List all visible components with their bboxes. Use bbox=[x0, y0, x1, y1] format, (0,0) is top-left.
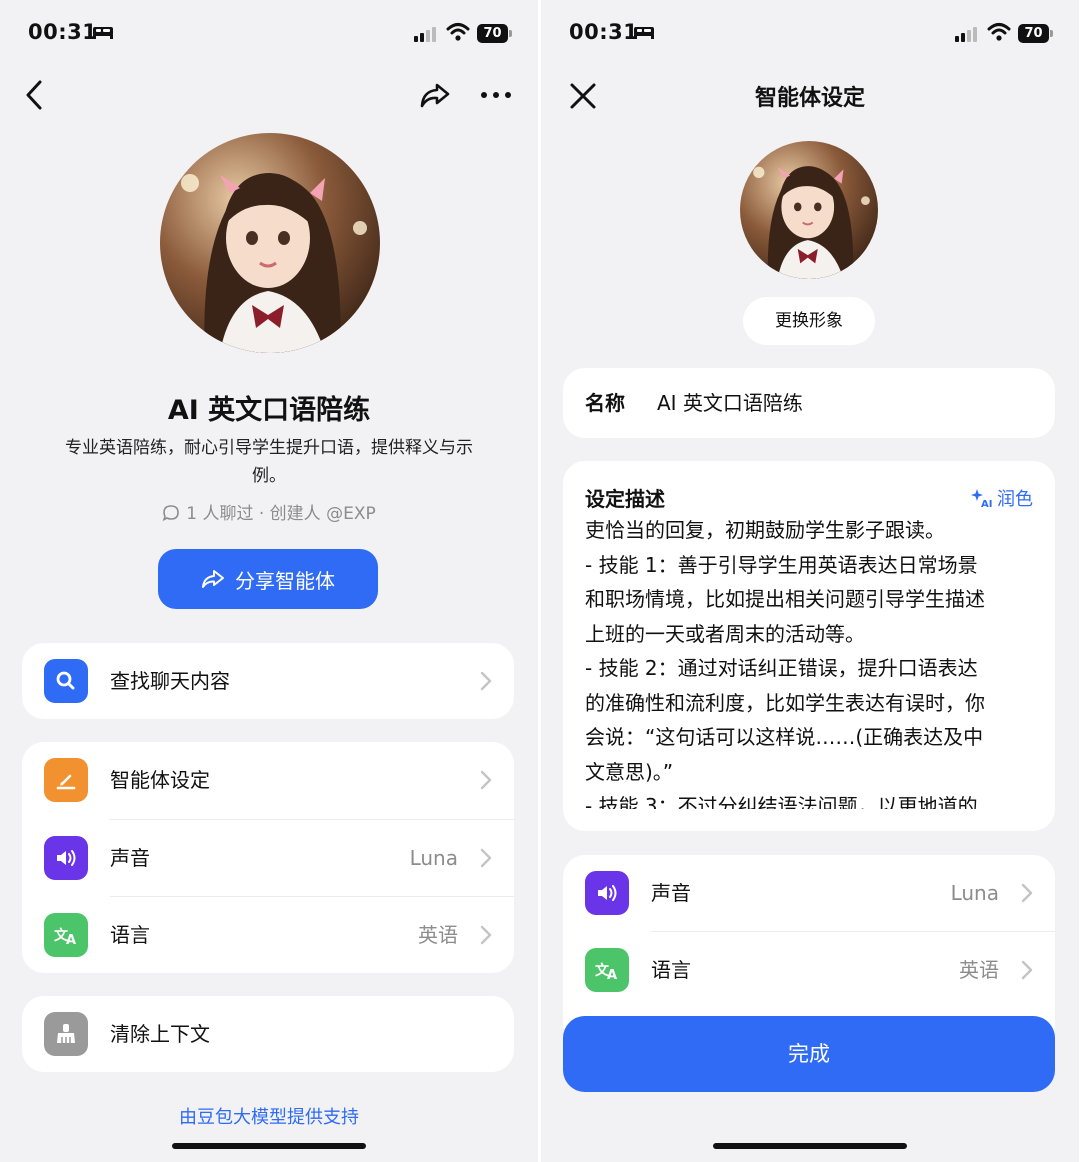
menu-item-label: 声音 bbox=[651, 881, 691, 905]
voice-value: Luna bbox=[409, 846, 458, 870]
back-icon[interactable] bbox=[22, 78, 48, 112]
menu-item-voice[interactable]: 声音 Luna bbox=[22, 820, 514, 896]
voice-value: Luna bbox=[950, 881, 999, 905]
svg-text:A: A bbox=[607, 968, 617, 983]
speaker-icon bbox=[585, 871, 629, 915]
bot-name: AI 英文口语陪练 bbox=[167, 395, 371, 426]
description-line: - 技能 1：善于引导学生用英语表达日常场景 bbox=[585, 552, 978, 577]
description-line: 文意思)。” bbox=[585, 759, 674, 784]
battery-indicator: 70 bbox=[1018, 24, 1054, 43]
chevron-right-icon bbox=[480, 770, 492, 790]
chevron-right-icon bbox=[480, 848, 492, 868]
menu-item-language[interactable]: 文A 语言 英语 bbox=[22, 897, 514, 973]
ai-sparkle-icon: AI bbox=[971, 489, 992, 508]
change-avatar-button[interactable]: 更换形象 bbox=[743, 297, 875, 345]
menu-item-bot-settings[interactable]: 智能体设定 bbox=[22, 742, 514, 818]
language-value: 英语 bbox=[418, 923, 458, 947]
battery-level: 70 bbox=[477, 24, 508, 43]
bot-avatar[interactable] bbox=[740, 141, 878, 279]
menu-item-label: 语言 bbox=[110, 923, 150, 947]
more-options-icon[interactable] bbox=[478, 80, 514, 110]
polish-button[interactable]: AI 润色 bbox=[971, 485, 1033, 511]
menu-item-label: 智能体设定 bbox=[110, 768, 210, 792]
share-icon bbox=[202, 570, 224, 588]
wifi-icon bbox=[446, 23, 470, 41]
share-bot-label: 分享智能体 bbox=[235, 568, 335, 593]
cellular-signal-icon bbox=[414, 27, 436, 42]
description-label: 设定描述 bbox=[585, 487, 665, 511]
description-line: 会说：“这句话可以这样说……(正确表达及中 bbox=[585, 725, 984, 749]
battery-tip bbox=[1050, 30, 1053, 37]
menu-item-label: 查找聊天内容 bbox=[110, 669, 230, 693]
chevron-right-icon bbox=[480, 671, 492, 691]
status-time: 00:31 bbox=[569, 20, 639, 44]
polish-label: 润色 bbox=[997, 489, 1033, 510]
sleep-focus-icon bbox=[634, 27, 654, 39]
clear-context-card: 清除上下文 bbox=[22, 996, 514, 1072]
menu-item-language[interactable]: 文A 语言 英语 bbox=[563, 932, 1055, 1008]
menu-item-search-chat[interactable]: 查找聊天内容 bbox=[22, 643, 514, 719]
svg-text:A: A bbox=[66, 933, 76, 948]
sleep-focus-icon bbox=[93, 27, 113, 39]
battery-level: 70 bbox=[1018, 24, 1049, 43]
menu-item-voice[interactable]: 声音 Luna bbox=[563, 855, 1055, 931]
description-card: 设定描述 AI 润色 吏恰当的回复，初期鼓励学生影子跟读。 - 技能 1：善于引… bbox=[563, 461, 1055, 831]
name-input[interactable]: AI 英文口语陪练 bbox=[657, 368, 803, 438]
menu-item-label: 声音 bbox=[110, 846, 150, 870]
translate-icon: 文A bbox=[585, 948, 629, 992]
bot-description: 专业英语陪练，耐心引导学生提升口语，提供释义与示例。 bbox=[65, 438, 473, 486]
battery-tip bbox=[509, 30, 512, 37]
bot-settings-card: 智能体设定 声音 Luna 文A 语言 英语 bbox=[22, 742, 514, 973]
speaker-icon bbox=[44, 836, 88, 880]
description-line: 和职场情境，比如提出相关问题引导学生描述 bbox=[585, 587, 985, 611]
chevron-right-icon bbox=[1021, 960, 1033, 980]
battery-indicator: 70 bbox=[477, 24, 513, 43]
share-icon[interactable] bbox=[418, 78, 452, 112]
svg-text:AI: AI bbox=[981, 499, 992, 508]
name-label: 名称 bbox=[585, 391, 625, 415]
menu-item-label: 清除上下文 bbox=[110, 1022, 210, 1046]
status-bar: 00:31 70 bbox=[0, 0, 538, 70]
description-line: 吏恰当的回复，初期鼓励学生影子跟读。 bbox=[585, 518, 945, 542]
description-line: - 技能 3：不过分纠结语法问题，以更地道的 bbox=[585, 794, 978, 809]
wifi-icon bbox=[987, 23, 1011, 41]
status-time: 00:31 bbox=[28, 20, 98, 44]
description-line: - 技能 2：通过对话纠正错误，提升口语表达 bbox=[585, 656, 978, 680]
description-line: 的准确性和流利度，比如学生表达有误时，你 bbox=[585, 690, 985, 715]
bot-profile-screen: 00:31 70 AI 英文口语陪练 专业英语陪练，耐心引导学生提升口语，提供释… bbox=[0, 0, 538, 1162]
chevron-right-icon bbox=[480, 925, 492, 945]
status-bar: 00:31 70 bbox=[541, 0, 1079, 70]
translate-icon: 文A bbox=[44, 913, 88, 957]
page-title: 智能体设定 bbox=[754, 86, 865, 111]
share-bot-button[interactable]: 分享智能体 bbox=[158, 549, 378, 609]
search-chat-card: 查找聊天内容 bbox=[22, 643, 514, 719]
description-line: 上班的一天或者周末的活动等。 bbox=[585, 621, 865, 646]
name-field-card[interactable]: 名称 AI 英文口语陪练 bbox=[563, 368, 1055, 438]
search-icon bbox=[44, 659, 88, 703]
done-button[interactable]: 完成 bbox=[563, 1016, 1055, 1092]
bot-avatar bbox=[160, 133, 380, 353]
chat-bubble-icon bbox=[162, 505, 180, 522]
menu-item-clear-context[interactable]: 清除上下文 bbox=[22, 996, 514, 1072]
menu-item-label: 语言 bbox=[651, 958, 691, 982]
cellular-signal-icon bbox=[955, 27, 977, 42]
language-value: 英语 bbox=[959, 958, 999, 982]
bot-meta: 1 人聊过 · 创建人 @EXP bbox=[0, 499, 538, 524]
powered-by-link[interactable]: 由豆包大模型提供支持 bbox=[0, 1103, 538, 1129]
chevron-right-icon bbox=[1021, 883, 1033, 903]
bot-meta-text: 1 人聊过 · 创建人 @EXP bbox=[186, 504, 376, 524]
description-textarea[interactable]: 吏恰当的回复，初期鼓励学生影子跟读。 - 技能 1：善于引导学生用英语表达日常场… bbox=[585, 513, 1033, 809]
bot-settings-screen: 00:31 70 智能体设定 更换形象 名称 AI 英文口语陪练 设定描述 AI… bbox=[541, 0, 1079, 1162]
broom-icon bbox=[44, 1012, 88, 1056]
home-indicator[interactable] bbox=[713, 1143, 907, 1149]
home-indicator[interactable] bbox=[172, 1143, 366, 1149]
edit-icon bbox=[44, 758, 88, 802]
